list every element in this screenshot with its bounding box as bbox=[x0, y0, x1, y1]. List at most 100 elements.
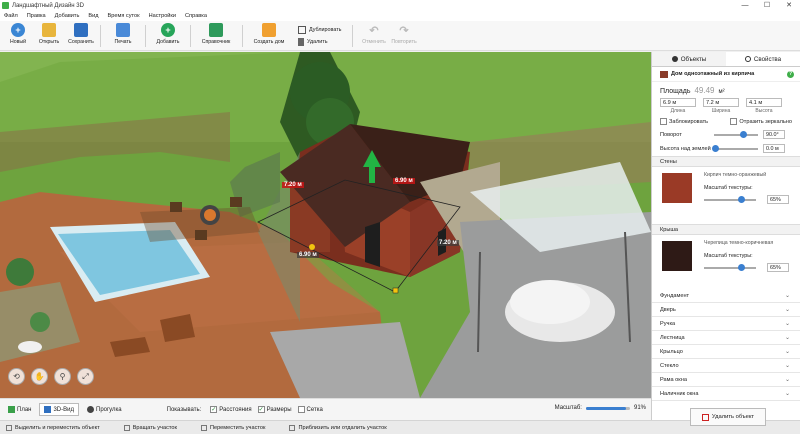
undo-arrow-icon: ↶ bbox=[369, 24, 379, 37]
walls-texture-name: Кирпич темно-оранжевый bbox=[704, 172, 767, 178]
area-value: 49.49 bbox=[694, 86, 715, 95]
checkbox-grid[interactable]: Сетка bbox=[297, 406, 323, 413]
save-button[interactable]: Сохранить bbox=[63, 23, 99, 50]
menu-file[interactable]: Файл bbox=[4, 13, 18, 19]
objects-icon bbox=[671, 56, 678, 62]
duplicate-button[interactable]: Дублировать bbox=[298, 26, 341, 34]
section-glass[interactable]: Стекло ⌄ bbox=[652, 359, 800, 373]
rotation-label: Поворот bbox=[660, 131, 682, 138]
tab-3d-view[interactable]: 3D-Вид bbox=[39, 403, 79, 416]
title-bar: Ландшафтный Дизайн 3D — ☐ ✕ bbox=[0, 0, 800, 11]
length-field-group: 6.9 м Длина bbox=[660, 98, 696, 114]
checkbox-lock[interactable]: Заблокировать bbox=[660, 118, 708, 125]
maximize-button[interactable]: ☐ bbox=[756, 0, 778, 11]
3d-viewport[interactable]: 7.20 м 6.90 м 6.90 м 7.20 м ⟲ ✋ ⚲ ⤢ bbox=[0, 52, 651, 398]
rotation-input[interactable]: 90.0° bbox=[763, 130, 785, 139]
minimize-button[interactable]: — bbox=[734, 0, 756, 11]
empty-checkbox-icon bbox=[660, 118, 667, 125]
height-above-ground-slider[interactable] bbox=[712, 144, 758, 152]
checkbox-dimensions[interactable]: ✓ Размеры bbox=[257, 406, 292, 413]
checkbox-mirror[interactable]: Отразить зеркально bbox=[730, 118, 792, 125]
empty-checkbox-icon bbox=[297, 406, 305, 413]
menu-settings[interactable]: Настройки bbox=[149, 13, 176, 19]
chevron-down-icon: ⌄ bbox=[784, 391, 790, 397]
height-field-group: 4.1 м Высота bbox=[746, 98, 782, 114]
length-input[interactable]: 6.9 м bbox=[660, 98, 696, 107]
checkmark-icon: ✓ bbox=[257, 406, 265, 413]
slider-knob[interactable] bbox=[738, 196, 745, 203]
app-logo-icon bbox=[2, 2, 9, 9]
roof-scale-input[interactable]: 65% bbox=[767, 263, 789, 272]
tab-walk[interactable]: Прогулка bbox=[82, 403, 127, 416]
redo-button[interactable]: ↷ Повторить bbox=[386, 23, 422, 50]
checkbox-distances[interactable]: ✓ Расстояния bbox=[210, 406, 252, 413]
delete-object-button[interactable]: Удалить объект bbox=[690, 408, 766, 426]
walls-texture-swatch[interactable] bbox=[662, 173, 692, 203]
fullscreen-button[interactable]: ⤢ bbox=[77, 368, 94, 385]
section-porch[interactable]: Крыльцо ⌄ bbox=[652, 345, 800, 359]
rotation-slider[interactable] bbox=[714, 130, 758, 138]
walls-scale-slider[interactable] bbox=[704, 196, 756, 203]
lock-mirror-row: Заблокировать Отразить зеркально bbox=[652, 114, 800, 125]
cursor-icon bbox=[6, 424, 12, 431]
add-button[interactable]: + Добавить bbox=[150, 23, 186, 50]
section-door[interactable]: Дверь ⌄ bbox=[652, 303, 800, 317]
zoom-slider[interactable] bbox=[585, 406, 630, 410]
print-button[interactable]: Печать bbox=[105, 23, 141, 50]
close-button[interactable]: ✕ bbox=[778, 0, 800, 11]
reference-button[interactable]: Справочник bbox=[196, 23, 236, 50]
height-above-ground-input[interactable]: 0.0 м bbox=[763, 144, 785, 153]
menu-view[interactable]: Вид bbox=[88, 13, 98, 19]
status-rotate-site[interactable]: Вращать участок bbox=[123, 424, 177, 431]
roof-texture-swatch[interactable] bbox=[662, 241, 692, 271]
walls-section-header[interactable]: Стены bbox=[652, 156, 800, 167]
plus-icon: + bbox=[161, 23, 175, 37]
help-icon[interactable]: ? bbox=[787, 70, 794, 78]
roof-scale-slider[interactable] bbox=[704, 264, 756, 271]
tab-objects[interactable]: Объекты bbox=[652, 52, 726, 66]
roof-scale-label: Масштаб текстуры: bbox=[704, 253, 753, 259]
create-house-button[interactable]: Создать дом bbox=[248, 23, 290, 50]
status-select-move[interactable]: Выделить и переместить объект bbox=[6, 424, 100, 431]
duplicate-icon bbox=[298, 26, 306, 34]
section-handle[interactable]: Ручка ⌄ bbox=[652, 317, 800, 331]
menu-time-of-day[interactable]: Время суток bbox=[108, 13, 140, 19]
menu-edit[interactable]: Правка bbox=[27, 13, 46, 19]
area-label: Площадь bbox=[660, 88, 691, 95]
window-controls: — ☐ ✕ bbox=[734, 0, 800, 11]
printer-icon bbox=[116, 23, 130, 37]
tab-properties[interactable]: Свойства bbox=[726, 52, 800, 66]
show-label: Показывать: bbox=[166, 406, 202, 413]
chevron-down-icon: ⌄ bbox=[784, 321, 790, 327]
walls-scale-label: Масштаб текстуры: bbox=[704, 185, 753, 191]
section-foundation[interactable]: Фундамент ⌄ bbox=[652, 289, 800, 303]
rotate-icon bbox=[123, 424, 130, 431]
rotate-view-button[interactable]: ⟲ bbox=[8, 368, 25, 385]
section-window-frame[interactable]: Рама окна ⌄ bbox=[652, 373, 800, 387]
window-title: Ландшафтный Дизайн 3D bbox=[12, 2, 84, 9]
properties-panel: Объекты Свойства Дом одноэтажный из кирп… bbox=[651, 52, 800, 426]
walls-scale-input[interactable]: 65% bbox=[767, 195, 789, 204]
section-stairs[interactable]: Лестница ⌄ bbox=[652, 331, 800, 345]
status-move-site[interactable]: Переместить участок bbox=[200, 424, 265, 431]
chevron-down-icon: ⌄ bbox=[784, 349, 790, 355]
pan-hand-button[interactable]: ✋ bbox=[31, 368, 48, 385]
walls-texture-block: Кирпич темно-оранжевый Масштаб текстуры:… bbox=[652, 167, 800, 221]
width-input[interactable]: 7.2 м bbox=[703, 98, 739, 107]
roof-section-header[interactable]: Крыша bbox=[652, 224, 800, 235]
delete-toolbar-button[interactable]: Удалить bbox=[298, 38, 328, 46]
open-button[interactable]: Открыть bbox=[31, 23, 67, 50]
tab-plan[interactable]: План bbox=[3, 403, 36, 416]
zoom-view-button[interactable]: ⚲ bbox=[54, 368, 71, 385]
slider-knob[interactable] bbox=[738, 264, 745, 271]
chevron-down-icon: ⌄ bbox=[784, 363, 790, 369]
status-zoom-site[interactable]: Приблизить или отдалить участок bbox=[289, 424, 387, 431]
house-icon bbox=[262, 23, 276, 37]
height-input[interactable]: 4.1 м bbox=[746, 98, 782, 107]
slider-knob[interactable] bbox=[740, 130, 747, 138]
section-window-trim[interactable]: Наличник окна ⌄ bbox=[652, 387, 800, 401]
menu-add[interactable]: Добавить bbox=[55, 13, 80, 19]
cube-icon bbox=[44, 406, 52, 413]
slider-knob[interactable] bbox=[712, 144, 719, 152]
menu-help[interactable]: Справка bbox=[185, 13, 207, 19]
